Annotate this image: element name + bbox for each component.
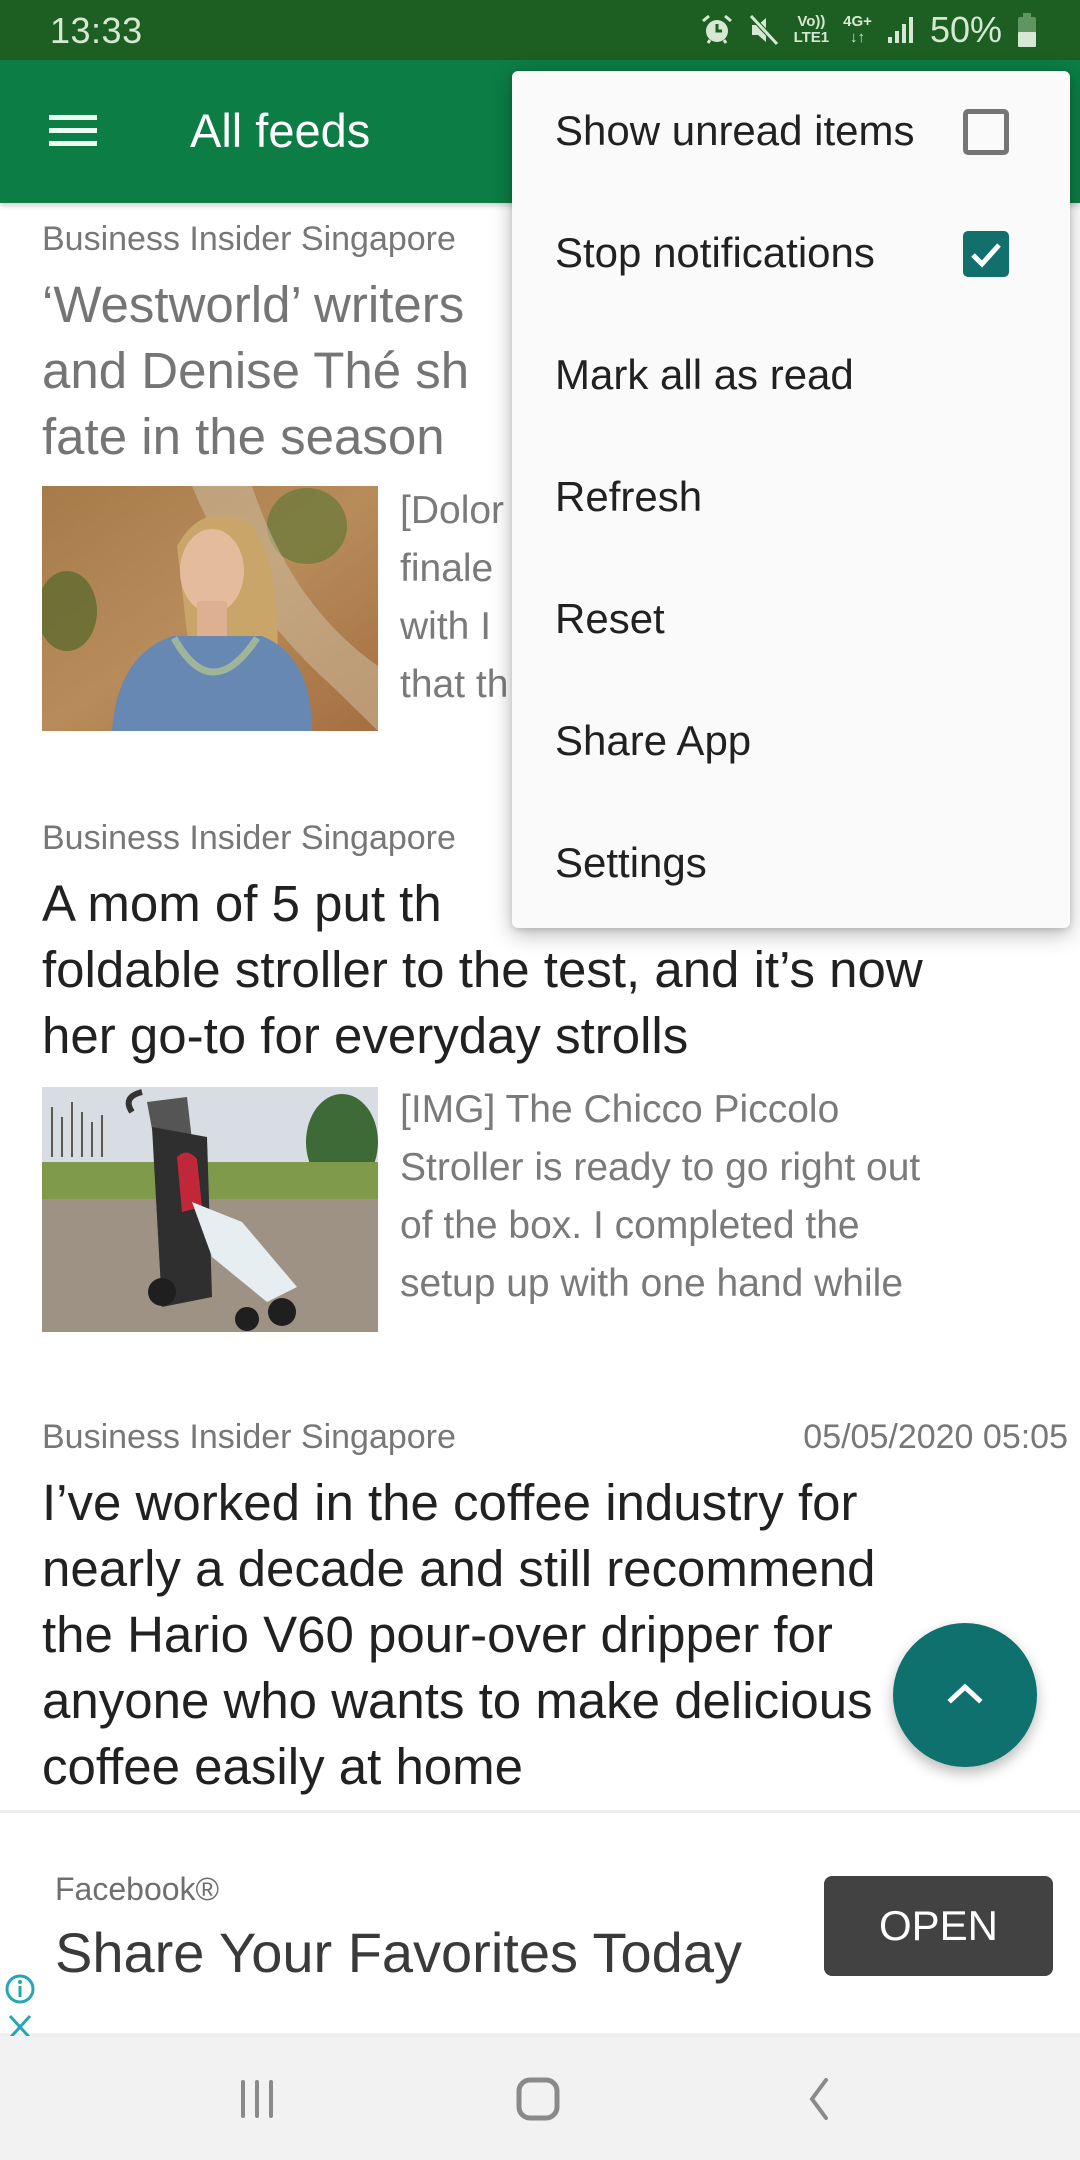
signal-icon	[886, 15, 916, 45]
alarm-icon	[700, 13, 734, 47]
ad-headline[interactable]: Share Your Favorites Today	[55, 1920, 783, 1985]
back-button[interactable]	[774, 2066, 864, 2136]
article-thumbnail[interactable]	[42, 1087, 378, 1332]
hamburger-icon	[47, 110, 99, 155]
back-icon	[804, 2077, 834, 2126]
status-bar: 13:33 Vo)) LTE1 4G+ ↓↑ 50%	[0, 0, 1080, 60]
article-thumbnail[interactable]	[42, 486, 378, 731]
recent-apps-icon	[237, 2078, 277, 2125]
ad-open-button[interactable]: OPEN	[824, 1876, 1053, 1976]
article-date: 05/05/2020 05:05	[803, 1418, 1068, 1456]
ad-advertiser: Facebook®	[55, 1871, 220, 1907]
feed-item[interactable]: Business Insider Singapore 05/05/2020 05…	[42, 1418, 1068, 1810]
menu-item-settings[interactable]: Settings	[512, 803, 1070, 925]
article-title[interactable]: I’ve worked in the coffee industry for n…	[42, 1470, 1068, 1800]
menu-item-reset[interactable]: Reset	[512, 559, 1070, 681]
info-icon[interactable]	[4, 1973, 36, 2010]
mute-icon	[748, 13, 780, 47]
article-source: Business Insider Singapore	[42, 819, 456, 857]
checkmark-icon	[971, 243, 1001, 268]
home-icon	[516, 2077, 560, 2126]
status-time: 13:33	[50, 10, 143, 51]
show-unread-items-checkbox[interactable]	[963, 109, 1009, 155]
battery-icon	[1016, 12, 1038, 48]
scroll-to-top-button[interactable]	[893, 1623, 1037, 1767]
menu-item-refresh[interactable]: Refresh	[512, 437, 1070, 559]
article-snippet: [IMG] The Chicco Piccolo Stroller is rea…	[400, 1088, 921, 1305]
status-icons: Vo)) LTE1 4G+ ↓↑ 50%	[700, 8, 1038, 52]
menu-item-share-app[interactable]: Share App	[512, 681, 1070, 803]
chevron-up-icon	[945, 1680, 985, 1711]
battery-percent: 50%	[929, 9, 1002, 50]
4g-plus-data-icon: 4G+ ↓↑	[843, 13, 872, 46]
menu-item-mark-all-as-read[interactable]: Mark all as read	[512, 315, 1070, 437]
system-navigation-bar	[0, 2036, 1080, 2160]
recent-apps-button[interactable]	[212, 2066, 302, 2136]
home-button[interactable]	[493, 2066, 583, 2136]
page-title: All feeds	[190, 104, 371, 157]
article-source: Business Insider Singapore	[42, 220, 456, 258]
overflow-menu: Show unread items Stop notifications Mar…	[512, 71, 1070, 928]
stop-notifications-checkbox[interactable]	[963, 231, 1009, 277]
menu-item-show-unread-items[interactable]: Show unread items	[512, 71, 1070, 193]
article-source: Business Insider Singapore	[42, 1418, 456, 1456]
menu-item-stop-notifications[interactable]: Stop notifications	[512, 193, 1070, 315]
ad-banner[interactable]: Facebook® Share Your Favorites Today OPE…	[0, 1810, 1080, 2040]
navigation-drawer-button[interactable]	[30, 100, 116, 164]
volte-lte1-icon: Vo)) LTE1	[793, 13, 830, 46]
